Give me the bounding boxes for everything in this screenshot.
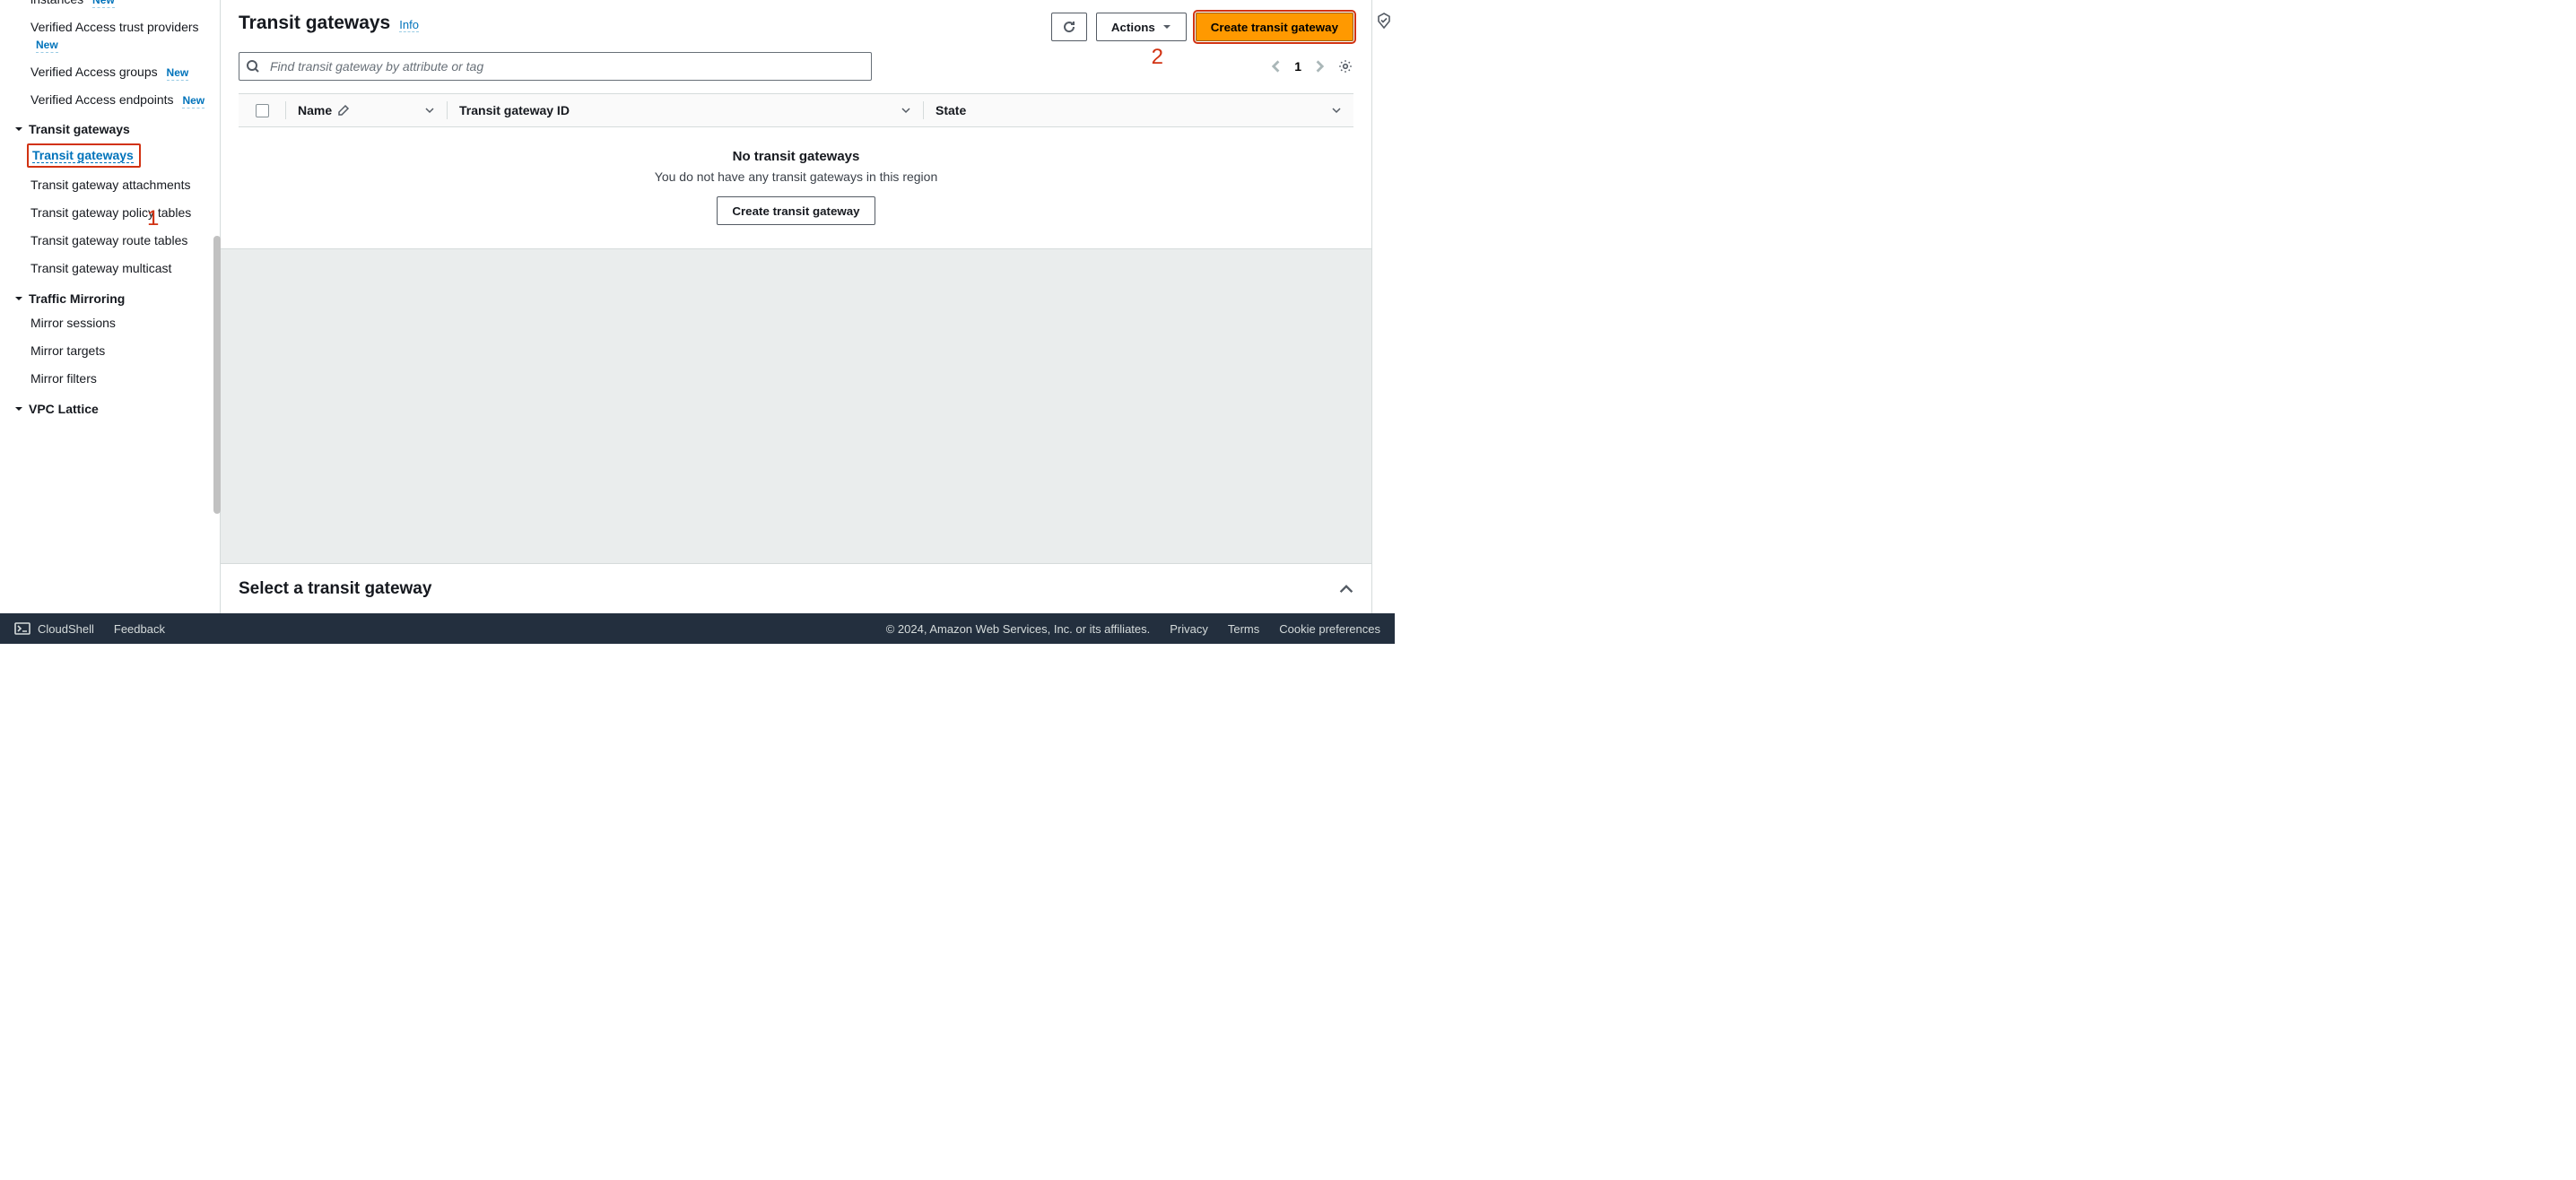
main-area: Transit gateways Info Actions	[221, 0, 1395, 613]
sidebar-item-label: Verified Access groups	[30, 65, 158, 79]
details-panel-title: Select a transit gateway	[239, 579, 431, 599]
caret-down-icon	[14, 125, 23, 134]
sidebar-item-label: Transit gateway multicast	[30, 261, 171, 275]
new-badge: New	[182, 94, 205, 108]
edit-icon	[337, 104, 350, 117]
sidebar-scrollbar[interactable]	[213, 0, 221, 613]
sidebar-item-tg-route-tables[interactable]: Transit gateway route tables	[0, 227, 220, 255]
caret-down-icon	[14, 404, 23, 413]
column-label: Transit gateway ID	[459, 103, 570, 117]
empty-subtitle: You do not have any transit gateways in …	[239, 169, 1353, 184]
cloudshell-button[interactable]: CloudShell	[14, 622, 94, 636]
annotation-1: 1	[147, 206, 159, 231]
security-hexagon-icon[interactable]	[1376, 13, 1392, 613]
link-label: Privacy	[1170, 622, 1208, 636]
refresh-button[interactable]	[1051, 13, 1087, 41]
collapse-details-button[interactable]	[1339, 582, 1353, 596]
privacy-link[interactable]: Privacy	[1170, 622, 1208, 636]
sidebar-item-tg-multicast[interactable]: Transit gateway multicast	[0, 255, 220, 282]
column-header-state[interactable]: State	[923, 94, 1353, 126]
sidebar-section-vpc-lattice[interactable]: VPC Lattice	[0, 393, 220, 420]
page-next-button[interactable]	[1312, 60, 1325, 73]
caret-down-icon	[14, 294, 23, 303]
new-badge: New	[92, 0, 115, 8]
button-label: Create transit gateway	[732, 204, 859, 218]
link-label: Feedback	[114, 622, 165, 636]
sidebar-section-label: Transit gateways	[29, 122, 130, 136]
sidebar-item-verified-access-endpoints[interactable]: Verified Access endpoints New	[0, 86, 220, 114]
sidebar: instances New Verified Access trust prov…	[0, 0, 221, 613]
sidebar-item-label: Mirror sessions	[30, 316, 116, 330]
actions-dropdown-button[interactable]: Actions	[1096, 13, 1187, 41]
column-header-tg-id[interactable]: Transit gateway ID	[447, 94, 923, 126]
sort-icon	[901, 106, 910, 115]
sidebar-item-label: Transit gateway policy tables	[30, 205, 191, 220]
sort-icon	[425, 106, 434, 115]
sidebar-item-label: Mirror targets	[30, 343, 105, 358]
annotation-2: 2	[1152, 45, 1163, 70]
search-container	[239, 52, 872, 81]
sidebar-item-verified-access-groups[interactable]: Verified Access groups New	[0, 58, 220, 86]
button-label: Create transit gateway	[1211, 21, 1338, 34]
cloudshell-icon	[14, 622, 30, 635]
sidebar-item-mirror-sessions[interactable]: Mirror sessions	[0, 309, 220, 337]
sidebar-item-mirror-targets[interactable]: Mirror targets	[0, 337, 220, 365]
copyright-text: © 2024, Amazon Web Services, Inc. or its…	[886, 622, 1151, 636]
sidebar-section-label: VPC Lattice	[29, 402, 99, 416]
new-badge: New	[36, 39, 58, 53]
cloudshell-label: CloudShell	[38, 622, 94, 636]
column-header-name[interactable]: Name	[285, 94, 447, 126]
feedback-link[interactable]: Feedback	[114, 622, 165, 636]
settings-button[interactable]	[1337, 58, 1353, 74]
top-panel: Transit gateways Info Actions	[221, 0, 1371, 249]
info-link[interactable]: Info	[399, 18, 419, 32]
empty-state: No transit gateways You do not have any …	[239, 127, 1353, 248]
caret-down-icon	[1162, 22, 1171, 31]
new-badge: New	[167, 66, 189, 81]
sidebar-section-traffic-mirroring[interactable]: Traffic Mirroring	[0, 282, 220, 309]
sidebar-item-tg-policy-tables[interactable]: Transit gateway policy tables	[0, 199, 220, 227]
link-label: Cookie preferences	[1279, 622, 1380, 636]
sidebar-item-label: Transit gateway route tables	[30, 233, 187, 247]
cookie-preferences-link[interactable]: Cookie preferences	[1279, 622, 1380, 636]
content-filler	[221, 249, 1371, 563]
empty-create-button[interactable]: Create transit gateway	[717, 196, 875, 225]
sidebar-item-label: Mirror filters	[30, 371, 97, 386]
sidebar-item-transit-gateways[interactable]: Transit gateways	[27, 143, 141, 168]
page-prev-button[interactable]	[1271, 60, 1284, 73]
sidebar-section-label: Traffic Mirroring	[29, 291, 125, 306]
sidebar-item-mirror-filters[interactable]: Mirror filters	[0, 365, 220, 393]
search-input[interactable]	[239, 52, 872, 81]
sidebar-item-label: Transit gateway attachments	[30, 178, 190, 192]
sidebar-item-label: instances	[30, 0, 83, 6]
details-panel-header: Select a transit gateway	[221, 563, 1371, 613]
page-number: 1	[1294, 59, 1301, 74]
button-label: Actions	[1111, 21, 1155, 34]
console-footer: CloudShell Feedback © 2024, Amazon Web S…	[0, 613, 1395, 644]
search-icon	[246, 59, 260, 74]
sidebar-item-verified-access-trust-providers[interactable]: Verified Access trust providers New	[0, 13, 220, 58]
sidebar-item-label: Verified Access trust providers	[30, 20, 199, 34]
create-transit-gateway-button[interactable]: Create transit gateway	[1196, 13, 1353, 41]
sidebar-item-tg-attachments[interactable]: Transit gateway attachments	[0, 171, 220, 199]
column-label: State	[936, 103, 966, 117]
sidebar-item-label: Verified Access endpoints	[30, 92, 174, 107]
terms-link[interactable]: Terms	[1228, 622, 1259, 636]
link-label: Terms	[1228, 622, 1259, 636]
sidebar-item-verified-access-instances[interactable]: instances New	[0, 0, 220, 13]
select-all-checkbox[interactable]	[256, 104, 269, 117]
sidebar-section-transit-gateways[interactable]: Transit gateways	[0, 113, 220, 140]
sidebar-item-label: Transit gateways	[32, 148, 134, 163]
right-rail	[1371, 0, 1395, 613]
page-title: Transit gateways	[239, 13, 390, 34]
column-label: Name	[298, 103, 332, 117]
sort-icon	[1332, 106, 1341, 115]
empty-title: No transit gateways	[239, 149, 1353, 164]
table-header-row: Name Transit gateway ID	[239, 93, 1353, 127]
refresh-icon	[1062, 20, 1076, 34]
